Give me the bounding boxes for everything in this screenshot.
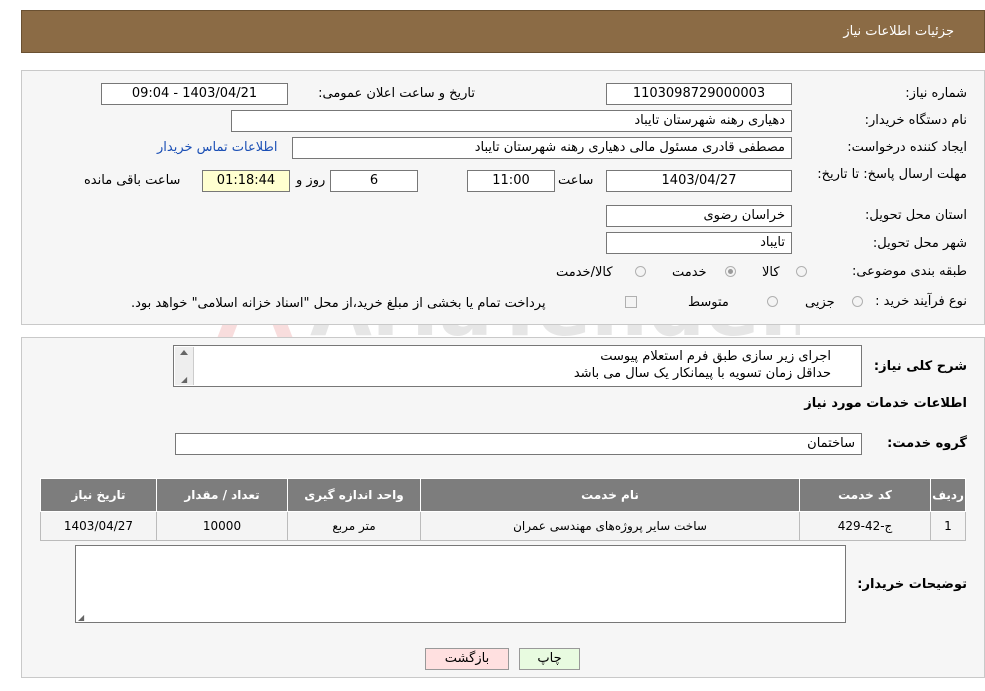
deadline-date-field[interactable]: 1403/04/27	[606, 170, 792, 192]
need-number-field[interactable]: 1103098729000003	[606, 83, 792, 105]
process-type-label: نوع فرآیند خرید :	[875, 294, 967, 309]
buyer-org-label: نام دستگاه خریدار:	[864, 113, 967, 128]
category-service-label: خدمت	[672, 265, 707, 280]
process-medium-radio[interactable]	[767, 296, 778, 307]
table-row: 1 ج-42-429 ساخت سایر پروژه‌های مهندسی عم…	[40, 511, 966, 541]
need-number-label: شماره نیاز:	[905, 86, 967, 101]
category-goods-service-label: کالا/خدمت	[556, 265, 613, 280]
cell-qty: 10000	[156, 511, 288, 541]
description-line: اجرای زیر سازی طبق فرم استعلام پیوست	[600, 349, 831, 364]
days-field[interactable]: 6	[330, 170, 418, 192]
cell-name: ساخت سایر پروژه‌های مهندسی عمران	[420, 511, 800, 541]
description-label: شرح کلی نیاز:	[873, 359, 967, 374]
announce-date-label: تاریخ و ساعت اعلان عمومی:	[318, 86, 475, 101]
city-label: شهر محل تحویل:	[872, 236, 967, 251]
deadline-time-field[interactable]: 11:00	[467, 170, 555, 192]
description-textarea[interactable]: اجرای زیر سازی طبق فرم استعلام پیوست حدا…	[173, 345, 862, 387]
page-title: جزئیات اطلاعات نیاز	[843, 24, 954, 39]
remaining-time-label: ساعت باقی مانده	[84, 173, 181, 188]
col-row-header: ردیف	[930, 478, 966, 512]
service-group-field[interactable]: ساختمان	[175, 433, 862, 455]
treasury-payment-checkbox[interactable]	[625, 296, 637, 308]
category-goods-radio[interactable]	[796, 266, 807, 277]
category-label: طبقه بندی موضوعی:	[851, 264, 967, 279]
days-label: روز و	[296, 173, 326, 188]
resize-handle-icon[interactable]: ◢	[78, 613, 84, 622]
scroll-up-icon[interactable]	[180, 350, 188, 355]
description-scrollbar[interactable]: ◢	[175, 347, 194, 385]
process-medium-label: متوسط	[688, 295, 729, 310]
announce-date-field[interactable]: 1403/04/21 - 09:04	[101, 83, 288, 105]
col-qty-header: تعداد / مقدار	[156, 478, 288, 512]
back-button[interactable]: بازگشت	[425, 648, 509, 670]
category-goods-service-radio[interactable]	[635, 266, 646, 277]
buyer-org-field[interactable]: دهیاری رهنه شهرستان تایباد	[231, 110, 792, 132]
col-unit-header: واحد اندازه گیری	[287, 478, 421, 512]
buyer-notes-label: توضیحات خریدار:	[857, 577, 967, 592]
process-minor-radio[interactable]	[852, 296, 863, 307]
category-service-radio[interactable]	[725, 266, 736, 277]
page-header: جزئیات اطلاعات نیاز	[21, 10, 985, 53]
deadline-label: مهلت ارسال پاسخ: تا تاریخ:	[817, 167, 967, 182]
cell-unit: متر مربع	[287, 511, 421, 541]
category-goods-label: کالا	[762, 265, 780, 280]
services-table: ردیف کد خدمت نام خدمت واحد اندازه گیری ت…	[40, 478, 966, 541]
process-minor-label: جزیی	[805, 295, 835, 310]
deadline-time-label: ساعت	[558, 173, 594, 188]
creator-label: ایجاد کننده درخواست:	[847, 140, 967, 155]
col-date-header: تاریخ نیاز	[40, 478, 157, 512]
buyer-contact-link[interactable]: اطلاعات تماس خریدار	[157, 140, 277, 155]
col-code-header: کد خدمت	[799, 478, 931, 512]
services-section-title: اطلاعات خدمات مورد نیاز	[804, 396, 967, 411]
print-button[interactable]: چاپ	[519, 648, 580, 670]
table-header-row: ردیف کد خدمت نام خدمت واحد اندازه گیری ت…	[40, 478, 966, 512]
col-name-header: نام خدمت	[420, 478, 800, 512]
service-group-label: گروه خدمت:	[887, 436, 967, 451]
description-line: حداقل زمان تسویه با پیمانکار یک سال می ب…	[573, 366, 831, 381]
need-info-panel	[21, 70, 985, 325]
cell-row: 1	[930, 511, 966, 541]
treasury-payment-note: پرداخت تمام یا بخشی از مبلغ خرید،از محل …	[131, 296, 546, 311]
creator-field[interactable]: مصطفی قادری مسئول مالی دهیاری رهنه شهرست…	[292, 137, 792, 159]
buyer-notes-textarea[interactable]: ◢	[75, 545, 846, 623]
remaining-time-field[interactable]: 01:18:44	[202, 170, 290, 192]
resize-handle-icon[interactable]: ◢	[181, 375, 187, 384]
cell-date: 1403/04/27	[40, 511, 157, 541]
city-field[interactable]: تایباد	[606, 232, 792, 254]
province-label: استان محل تحویل:	[865, 208, 967, 223]
province-field[interactable]: خراسان رضوی	[606, 205, 792, 227]
cell-code: ج-42-429	[799, 511, 931, 541]
description-text: اجرای زیر سازی طبق فرم استعلام پیوست حدا…	[574, 348, 831, 382]
